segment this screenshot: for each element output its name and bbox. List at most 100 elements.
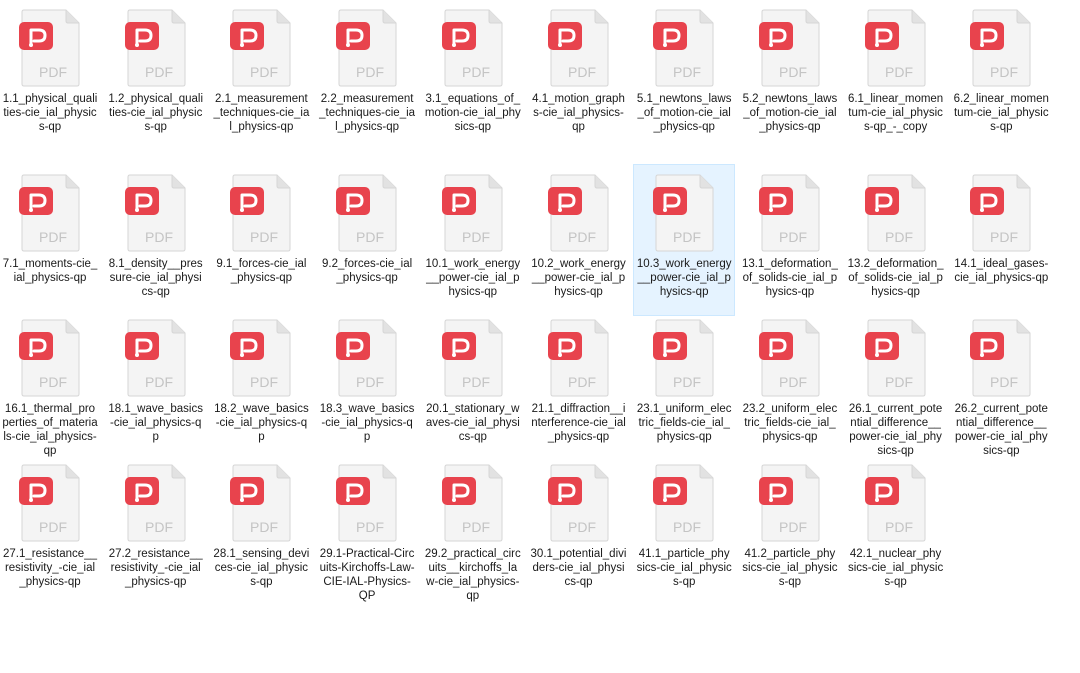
pdf-badge-text: PDF (250, 64, 278, 80)
file-item[interactable]: PDF 27.1_resistance__resistivity_-cie_ial… (0, 455, 100, 605)
file-name: 29.2_practical_circuits__kirchoffs_law-c… (424, 548, 521, 602)
file-item[interactable]: PDF 9.2_forces-cie_ial_physics-qp (317, 165, 417, 315)
file-item[interactable]: PDF 16.1_thermal_properties_of_materials-… (0, 310, 100, 460)
file-item[interactable]: PDF 6.1_linear_momentum-cie_ial_physics-q… (846, 0, 946, 150)
file-name: 1.1_physical_qualities-cie_ial_physics-q… (2, 93, 98, 133)
pdf-badge-text: PDF (356, 229, 384, 245)
file-item[interactable]: PDF 30.1_potential_dividers-cie_ial_physi… (529, 455, 629, 605)
pdf-file-icon: PDF (864, 174, 926, 252)
pdf-badge-text: PDF (39, 64, 67, 80)
pdf-file-icon: PDF (19, 464, 80, 542)
file-item[interactable]: PDF 10.2_work_energy__power-cie_ial_physi… (529, 165, 629, 315)
pdf-badge-text: PDF (462, 229, 490, 245)
file-item[interactable]: PDF 1.2_physical_qualities-cie_ial_physic… (106, 0, 206, 150)
pdf-badge-text: PDF (885, 374, 913, 390)
pdf-file-icon: PDF (441, 174, 503, 252)
pdf-file-icon: PDF (441, 464, 503, 542)
file-item[interactable]: PDF 10.1_work_energy__power-cie_ial_physi… (423, 165, 523, 315)
pdf-file-icon: PDF (653, 319, 714, 397)
file-item[interactable]: PDF 14.1_ideal_gases-cie_ial_physics-qp (951, 165, 1051, 315)
file-item[interactable]: PDF 3.1_equations_of_motion-cie_ial_physi… (423, 0, 523, 150)
pdf-badge-text: PDF (990, 374, 1018, 390)
file-item[interactable]: PDF 18.1_wave_basics-cie_ial_physics-qp (106, 310, 206, 460)
pdf-badge-text: PDF (779, 64, 807, 80)
file-item[interactable]: PDF 26.1_current_potential_difference__po… (846, 310, 946, 460)
pdf-file-icon: PDF (19, 9, 80, 87)
pdf-badge-text: PDF (39, 374, 67, 390)
file-item[interactable]: PDF 20.1_stationary_waves-cie_ial_physics… (423, 310, 523, 460)
pdf-file-icon: PDF (441, 319, 503, 397)
file-name: 1.2_physical_qualities-cie_ial_physics-q… (108, 93, 203, 133)
pdf-badge-text: PDF (356, 64, 384, 80)
pdf-badge-text: PDF (673, 229, 701, 245)
file-item[interactable]: PDF 9.1_forces-cie_ial_physics-qp (211, 165, 311, 315)
pdf-file-icon: PDF (336, 9, 397, 87)
file-item[interactable]: PDF 26.2_current_potential_difference__po… (951, 310, 1051, 460)
pdf-badge-text: PDF (39, 229, 67, 245)
pdf-file-icon: PDF (864, 9, 926, 87)
file-item[interactable]: PDF 6.2_linear_momentum-cie_ial_physics-q… (951, 0, 1051, 150)
file-grid: PDF 1.1_physical_qualities-cie_ial_physic… (0, 0, 1080, 673)
file-item[interactable]: PDF 23.2_uniform_electric_fields-cie_ial_… (740, 310, 840, 460)
pdf-file-icon: PDF (970, 174, 1031, 252)
file-item[interactable]: PDF 23.1_uniform_electric_fields-cie_ial_… (634, 310, 734, 460)
file-name: 7.1_moments-cie_ial_physics-qp (2, 258, 98, 284)
file-item[interactable]: PDF 7.1_moments-cie_ial_physics-qp (0, 165, 100, 315)
pdf-badge-text: PDF (568, 519, 596, 535)
file-item[interactable]: PDF 13.2_deformation_of_solids-cie_ial_ph… (846, 165, 946, 315)
pdf-file-icon: PDF (336, 319, 397, 397)
pdf-file-icon: PDF (653, 9, 714, 87)
file-item[interactable]: PDF 2.1_measurement_techniques-cie_ial_ph… (211, 0, 311, 150)
pdf-badge-text: PDF (568, 229, 596, 245)
file-item[interactable]: PDF 18.2_wave_basics-cie_ial_physics-qp (211, 310, 311, 460)
pdf-badge-text: PDF (250, 374, 278, 390)
pdf-badge-text: PDF (885, 229, 913, 245)
file-item[interactable]: PDF 8.1_density__pressure-cie_ial_physics… (106, 165, 206, 315)
file-item[interactable]: PDF 5.1_newtons_laws_of_motion-cie_ial_ph… (634, 0, 734, 150)
file-item[interactable]: PDF 13.1_deformation_of_solids-cie_ial_ph… (740, 165, 840, 315)
file-item[interactable]: PDF 29.1-Practical-Circuits-Kirchoffs-Law… (317, 455, 417, 605)
file-name: 21.1_diffraction__interference-cie_ial_p… (531, 403, 626, 443)
pdf-badge-text: PDF (462, 64, 490, 80)
pdf-badge-text: PDF (779, 519, 807, 535)
pdf-badge-text: PDF (990, 229, 1018, 245)
file-item[interactable]: PDF 41.1_particle_physics-cie_ial_physics… (634, 455, 734, 605)
file-name: 5.1_newtons_laws_of_motion-cie_ial_physi… (636, 93, 732, 133)
file-name: 41.1_particle_physics-cie_ial_physics-qp (636, 548, 732, 588)
file-name: 2.2_measurement_techniques-cie_ial_physi… (319, 93, 416, 133)
pdf-file-icon: PDF (230, 174, 291, 252)
pdf-file-icon: PDF (230, 9, 291, 87)
file-name: 41.2_particle_physics-cie_ial_physics-qp (742, 548, 838, 588)
file-item[interactable]: PDF 2.2_measurement_techniques-cie_ial_ph… (317, 0, 417, 150)
file-name: 2.1_measurement_techniques-cie_ial_physi… (213, 93, 310, 133)
pdf-file-icon: PDF (653, 174, 714, 252)
file-name: 30.1_potential_dividers-cie_ial_physics-… (530, 548, 627, 588)
file-item[interactable]: PDF 27.2_resistance__resistivity_-cie_ial… (106, 455, 206, 605)
pdf-file-icon: PDF (124, 9, 186, 87)
pdf-badge-text: PDF (250, 229, 278, 245)
file-item[interactable]: PDF 5.2_newtons_laws_of_motion-cie_ial_ph… (740, 0, 840, 150)
file-item[interactable]: PDF 4.1_motion_graphs-cie_ial_physics-qp (529, 0, 629, 150)
file-name: 18.2_wave_basics-cie_ial_physics-qp (214, 403, 309, 443)
file-item[interactable]: PDF 1.1_physical_qualities-cie_ial_physic… (0, 0, 100, 150)
pdf-badge-text: PDF (39, 519, 67, 535)
pdf-badge-text: PDF (462, 374, 490, 390)
pdf-badge-text: PDF (145, 519, 173, 535)
file-name: 27.2_resistance__resistivity_-cie_ial_ph… (108, 548, 203, 588)
pdf-badge-text: PDF (673, 374, 701, 390)
file-name: 10.1_work_energy__power-cie_ial_physics-… (425, 258, 521, 298)
file-name: 3.1_equations_of_motion-cie_ial_physics-… (424, 93, 521, 133)
pdf-badge-text: PDF (568, 374, 596, 390)
file-item[interactable]: PDF 18.3_wave_basics-cie_ial_physics-qp (317, 310, 417, 460)
file-item[interactable]: PDF 10.3_work_energy__power-cie_ial_physi… (633, 164, 736, 316)
pdf-file-icon: PDF (441, 9, 503, 87)
file-item[interactable]: PDF 28.1_sensing_devices-cie_ial_physics-… (211, 455, 311, 605)
file-name: 28.1_sensing_devices-cie_ial_physics-qp (213, 548, 310, 588)
file-item[interactable]: PDF 42.1_nuclear_physics-cie_ial_physics-… (846, 455, 946, 605)
file-name: 10.2_work_energy__power-cie_ial_physics-… (531, 258, 626, 298)
file-item[interactable]: PDF 29.2_practical_circuits__kirchoffs_la… (423, 455, 523, 605)
file-item[interactable]: PDF 21.1_diffraction__interference-cie_ia… (529, 310, 629, 460)
file-name: 8.1_density__pressure-cie_ial_physics-qp (108, 258, 203, 298)
file-item[interactable]: PDF 41.2_particle_physics-cie_ial_physics… (740, 455, 840, 605)
pdf-file-icon: PDF (758, 464, 820, 542)
